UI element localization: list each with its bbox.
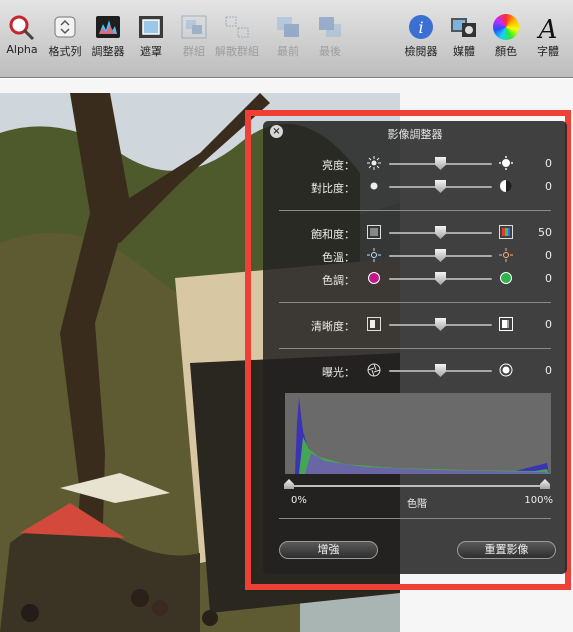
svg-text:A: A <box>537 15 558 40</box>
toolbar-label: 最前 <box>277 45 299 58</box>
exposure-label: 曝光： <box>322 366 355 379</box>
saturation-low-icon <box>367 225 381 239</box>
exposure-slider-thumb[interactable] <box>435 364 446 377</box>
contrast-icon <box>499 179 513 193</box>
toolbar-label: 解散群組 <box>215 45 259 58</box>
adjust-icon <box>94 14 122 40</box>
magenta-dot-icon <box>367 271 381 285</box>
saturation-row: 飽和度： 50 <box>263 223 567 243</box>
media-icon <box>450 14 478 40</box>
levels-label: 色階 <box>407 499 427 510</box>
svg-text:i: i <box>418 18 423 37</box>
levels-slider-track[interactable] <box>289 485 545 487</box>
panel-title: 影像調整器 <box>387 128 443 141</box>
toolbar-label: Alpha <box>6 43 38 56</box>
color-wheel-icon <box>493 14 519 40</box>
separator <box>279 302 551 303</box>
exposure-high-icon <box>499 363 513 377</box>
exposure-row: 曝光： 0 <box>263 361 567 381</box>
contrast-slider-thumb[interactable] <box>435 180 446 193</box>
levels-max-label: 100% <box>524 495 553 506</box>
temperature-value: 0 <box>545 249 552 262</box>
tint-value: 0 <box>545 272 552 285</box>
toolbar-label: 調整器 <box>91 45 125 58</box>
temperature-label: 色溫： <box>322 251 355 264</box>
mask-icon <box>137 14 165 40</box>
brightness-row: 亮度： 0 <box>263 154 567 174</box>
send-back-icon <box>316 14 344 40</box>
toolbar-label: 遮罩 <box>140 45 162 58</box>
toolbar-ungroup-button[interactable]: 解散群組 <box>209 14 265 74</box>
contrast-label: 對比度： <box>311 182 355 195</box>
tint-row: 色調： 0 <box>263 269 567 289</box>
format-bar-icon <box>51 14 79 40</box>
contrast-value: 0 <box>545 180 552 193</box>
tint-label: 色調： <box>322 274 355 287</box>
levels-max-thumb[interactable] <box>540 479 550 489</box>
green-dot-icon <box>499 271 513 285</box>
saturation-slider-thumb[interactable] <box>435 226 446 239</box>
warm-sun-icon <box>499 248 513 262</box>
levels-min-label: 0% <box>291 495 307 506</box>
toolbar-fonts-button[interactable]: A 字體 <box>520 14 573 74</box>
toolbar-label: 群組 <box>183 45 205 58</box>
cool-sun-icon <box>367 248 381 262</box>
enhance-button[interactable]: 增強 <box>279 541 378 559</box>
temperature-row: 色溫： 0 <box>263 246 567 266</box>
toolbar-label: 最後 <box>319 45 341 58</box>
ungroup-icon <box>223 14 251 40</box>
image-adjust-panel: × 影像調整器 亮度： 0 對比度： 0 飽和度： 50 色溫： 0 色調： 0… <box>263 121 567 574</box>
magic-wand-icon <box>8 14 36 41</box>
brightness-value: 0 <box>545 157 552 170</box>
tint-slider-thumb[interactable] <box>435 272 446 285</box>
toolbar-label: 媒體 <box>453 45 475 58</box>
sharpness-label: 清晰度： <box>311 320 355 333</box>
sharpness-value: 0 <box>545 318 552 331</box>
sharpness-low-icon <box>367 317 381 331</box>
toolbar: Alpha 格式列 調整器 遮罩 群組 解散群組 最前 最後 i 檢閱器 媒體 … <box>0 0 573 78</box>
sharpness-slider-thumb[interactable] <box>435 318 446 331</box>
toolbar-label: 格式列 <box>48 45 82 58</box>
aperture-icon <box>367 363 381 377</box>
toolbar-label: 檢閱器 <box>404 45 438 58</box>
fonts-icon: A <box>534 14 562 45</box>
reset-image-button[interactable]: 重置影像 <box>457 541 556 559</box>
sun-small-icon <box>367 156 381 170</box>
histogram <box>285 393 551 474</box>
brightness-label: 亮度： <box>322 159 355 172</box>
group-icon <box>180 14 208 40</box>
sharpness-high-icon <box>499 317 513 331</box>
temperature-slider-thumb[interactable] <box>435 249 446 262</box>
saturation-value: 50 <box>538 226 552 239</box>
contrast-row: 對比度： 0 <box>263 177 567 197</box>
brightness-slider-thumb[interactable] <box>435 157 446 170</box>
toolbar-send-back-button[interactable]: 最後 <box>302 14 358 74</box>
sun-large-icon <box>499 156 513 170</box>
exposure-value: 0 <box>545 364 552 377</box>
toolbar-label: 字體 <box>537 45 559 58</box>
saturation-high-icon <box>499 225 513 239</box>
bring-front-icon <box>274 14 302 40</box>
separator <box>279 210 551 211</box>
levels-min-thumb[interactable] <box>284 479 294 489</box>
inspector-icon: i <box>407 14 435 40</box>
sharpness-row: 清晰度： 0 <box>263 315 567 335</box>
separator <box>279 518 551 519</box>
saturation-label: 飽和度： <box>311 228 355 241</box>
toolbar-label: 顏色 <box>495 45 517 58</box>
dot-icon <box>367 179 381 193</box>
separator <box>279 348 551 349</box>
